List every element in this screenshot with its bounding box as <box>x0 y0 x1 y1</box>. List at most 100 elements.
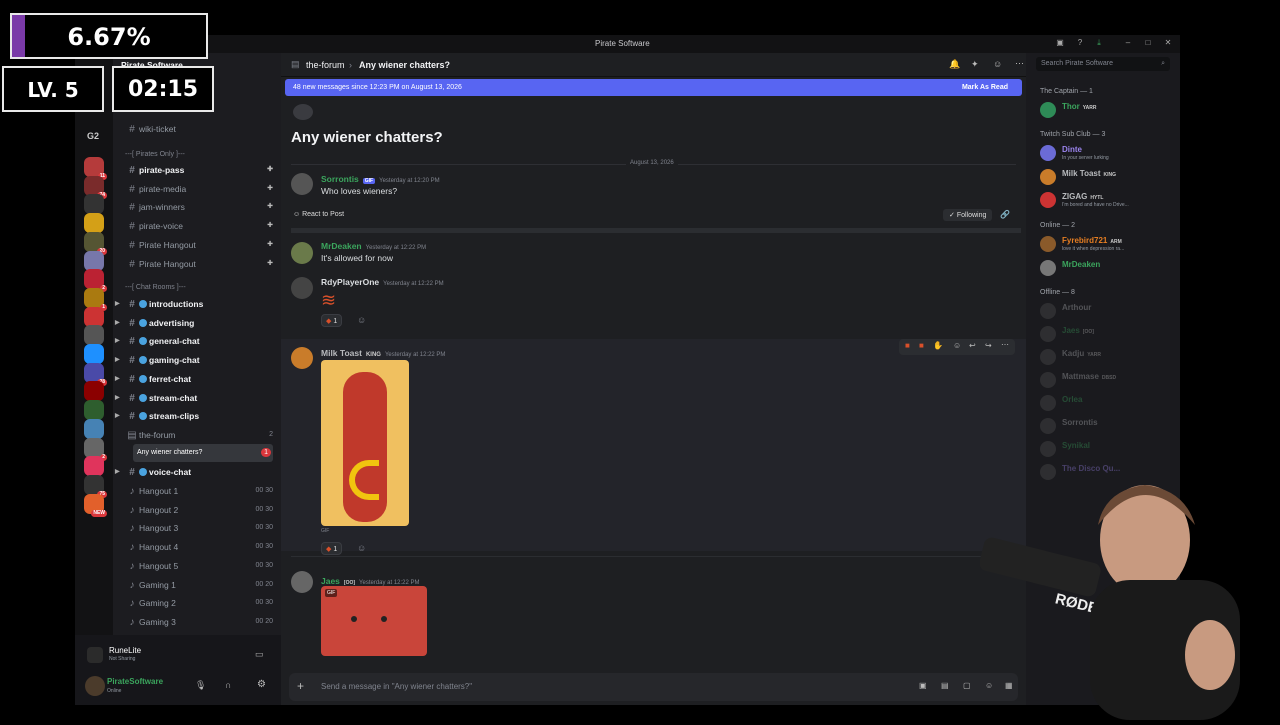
minimize-icon[interactable]: – <box>1123 38 1133 48</box>
message-author[interactable]: MrDeaken Yesterday at 12:22 PM <box>321 241 426 251</box>
channel-voice-chat[interactable]: ▶ # voice-chat <box>115 463 281 481</box>
reply-icon[interactable]: ↩ <box>969 341 976 350</box>
add-reaction-icon[interactable]: ☺ <box>357 315 366 325</box>
screen-share-icon[interactable]: ▭ <box>255 649 264 660</box>
message-author[interactable]: Jaes [OO] Yesterday at 12:22 PM <box>321 576 420 586</box>
category-pirates[interactable]: ---[ Pirates Only ]--- <box>125 151 185 158</box>
voice-channel[interactable]: ♪ Hangout 1 00 30 <box>121 482 281 500</box>
channel-pirate-pass[interactable]: # pirate-pass ✚ <box>121 161 281 179</box>
message-author[interactable]: Milk Toast KING Yesterday at 12:22 PM <box>321 348 445 358</box>
gif-icon[interactable]: ▤ <box>941 681 949 690</box>
server-icon[interactable]: 11 <box>84 157 107 180</box>
channel-settings-icon[interactable]: ✚ <box>267 198 273 216</box>
voice-channel[interactable]: ♪ Gaming 1 00 20 <box>121 576 281 594</box>
channel-advertising[interactable]: ▶ # advertising <box>115 314 281 332</box>
headset-icon[interactable]: ∩ <box>225 680 231 690</box>
server-icon[interactable]: 75 <box>84 474 107 498</box>
search-input[interactable]: Search Pirate Software ⌕ <box>1036 57 1170 71</box>
message-composer[interactable]: + Send a message in "Any wiener chatters… <box>289 673 1018 701</box>
voice-channel[interactable]: ♪ Hangout 5 00 30 <box>121 557 281 575</box>
channel-pirate-media[interactable]: # pirate-media ✚ <box>121 180 281 198</box>
message-author[interactable]: RdyPlayerOne Yesterday at 12:22 PM <box>321 277 444 287</box>
quick-react-icon[interactable]: ■ <box>919 341 924 350</box>
bacon-sticker[interactable]: ≋ <box>321 290 345 310</box>
mark-as-read-button[interactable]: Mark As Read <box>962 79 1008 96</box>
message-input[interactable]: Send a message in "Any wiener chatters?" <box>321 682 472 691</box>
channel-gaming-chat[interactable]: ▶ # gaming-chat <box>115 351 281 369</box>
avatar[interactable] <box>291 347 313 369</box>
server-icon[interactable]: 2 <box>84 437 107 461</box>
new-messages-banner[interactable]: 48 new messages since 12:23 PM on August… <box>285 79 1022 96</box>
server-icon[interactable]: 2 <box>84 269 107 293</box>
channel-settings-icon[interactable]: ✚ <box>267 161 273 179</box>
message-author[interactable]: Sorrontis GIF Yesterday at 12:20 PM <box>321 174 440 184</box>
channel-stream-chat[interactable]: ▶ # stream-chat <box>115 389 281 407</box>
channel-settings-icon[interactable]: ✚ <box>267 217 273 235</box>
fish-gif[interactable]: GIF <box>321 586 427 656</box>
gift-icon[interactable]: ▣ <box>919 681 927 690</box>
reaction-pill[interactable]: ◆ 1 <box>321 314 343 327</box>
inbox-icon[interactable]: ▣ <box>1055 38 1065 48</box>
breadcrumb-forum[interactable]: the-forum <box>306 60 345 70</box>
pin-icon[interactable]: ✦ <box>971 59 979 70</box>
members-icon[interactable]: ☺ <box>993 59 1002 69</box>
link-icon[interactable]: 🔗 <box>1000 210 1010 219</box>
quick-react-icon[interactable]: ■ <box>905 341 910 350</box>
server-icon[interactable] <box>84 400 104 421</box>
settings-gear-icon[interactable]: ⚙ <box>257 679 266 690</box>
forward-icon[interactable]: ↪ <box>985 341 992 350</box>
member-item[interactable]: Orlea <box>1040 393 1174 413</box>
member-item[interactable]: Dinte In your server lurking <box>1040 143 1174 163</box>
server-icon[interactable] <box>84 213 104 234</box>
member-item[interactable]: MrDeaken <box>1040 258 1174 278</box>
member-item[interactable]: Milk Toast KING <box>1040 167 1174 187</box>
avatar[interactable] <box>291 242 313 264</box>
member-item[interactable]: Kadju YARR <box>1040 347 1174 367</box>
voice-channel[interactable]: ♪ Hangout 2 00 30 <box>121 501 281 519</box>
username[interactable]: PirateSoftware <box>107 677 163 686</box>
server-icon[interactable] <box>84 306 104 327</box>
server-icon[interactable]: 1 <box>84 287 107 311</box>
server-icon[interactable]: 74 <box>84 175 107 199</box>
channel-settings-icon[interactable]: ✚ <box>267 255 273 273</box>
add-attachment-icon[interactable]: + <box>297 679 304 693</box>
more-icon[interactable]: ⋯ <box>1001 340 1009 349</box>
member-item[interactable]: Jaes [OO] <box>1040 324 1174 344</box>
voice-channel[interactable]: ♪ Hangout 3 00 30 <box>121 519 281 537</box>
voice-channel[interactable]: ♪ Gaming 3 00 20 <box>121 613 281 631</box>
channel-the-forum[interactable]: ▤ the-forum 2 <box>121 426 281 444</box>
channel-pirate-voice[interactable]: # pirate-voice ✚ <box>121 217 281 235</box>
server-icon[interactable] <box>84 250 104 271</box>
channel-introductions[interactable]: ▶ # introductions <box>115 295 281 313</box>
channel-general-chat[interactable]: ▶ # general-chat <box>115 332 281 350</box>
channel-pirate-hangout[interactable]: # Pirate Hangout ✚ <box>121 236 281 254</box>
react-to-post-button[interactable]: ☺ React to Post <box>293 211 344 218</box>
quick-react-icon[interactable]: ✋ <box>933 341 943 350</box>
channel-jam-winners[interactable]: # jam-winners ✚ <box>121 198 281 216</box>
channel-settings-icon[interactable]: ✚ <box>267 236 273 254</box>
avatar[interactable] <box>291 277 313 299</box>
download-icon[interactable]: ⤓ <box>1094 38 1104 48</box>
voice-channel[interactable]: ♪ Gaming 2 00 30 <box>121 594 281 612</box>
help-icon[interactable]: ? <box>1075 38 1085 48</box>
voice-channel[interactable]: ♪ Hangout 4 00 30 <box>121 538 281 556</box>
bell-icon[interactable]: 🔔 <box>949 59 960 70</box>
server-icon[interactable] <box>84 325 104 346</box>
member-item[interactable]: Mattmase DBSD <box>1040 370 1174 390</box>
category-chat-rooms[interactable]: ---[ Chat Rooms ]--- <box>125 284 186 291</box>
avatar[interactable] <box>85 676 105 696</box>
avatar[interactable] <box>291 571 313 593</box>
member-item[interactable]: ZIGAG HYTL I'm bored and have no Drive... <box>1040 190 1174 210</box>
maximize-icon[interactable]: □ <box>1143 38 1153 48</box>
channel-wiki-ticket[interactable]: # wiki-ticket <box>121 120 281 138</box>
member-item[interactable]: Thor YARR <box>1040 100 1174 120</box>
member-item[interactable]: Fyrebird721 ARM love it when depression ra… <box>1040 234 1174 254</box>
server-icon[interactable] <box>84 456 104 477</box>
server-icon[interactable] <box>84 381 104 402</box>
server-icon[interactable]: 20 <box>84 231 107 255</box>
more-icon[interactable]: ⋯ <box>1015 58 1024 69</box>
close-icon[interactable]: ✕ <box>1163 38 1173 48</box>
server-icon[interactable]: NEW <box>84 493 107 517</box>
channel-pirate-hangout[interactable]: # Pirate Hangout ✚ <box>121 255 281 273</box>
channel-settings-icon[interactable]: ✚ <box>267 180 273 198</box>
